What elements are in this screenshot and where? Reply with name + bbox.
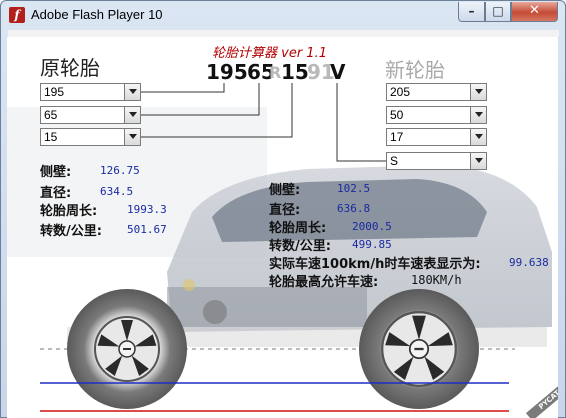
maximize-button[interactable]: □	[485, 2, 511, 22]
flash-content: 原轮胎 新轮胎 轮胎计算器 ver 1.1 195 65 R 15 91 V 1…	[7, 37, 558, 418]
title-bar: f Adobe Flash Player 10 – □ ✕	[1, 1, 565, 31]
maximize-icon: □	[492, 4, 504, 18]
minimize-button[interactable]: –	[458, 2, 485, 22]
window-title: Adobe Flash Player 10	[31, 7, 163, 22]
close-icon: ✕	[529, 3, 540, 18]
wheels-diagram	[40, 289, 515, 412]
close-button[interactable]: ✕	[511, 2, 558, 22]
minimize-icon: –	[468, 4, 475, 18]
old-rim-graphic	[94, 316, 160, 382]
new-rim-graphic	[381, 311, 457, 387]
flash-player-icon: f	[9, 7, 25, 23]
